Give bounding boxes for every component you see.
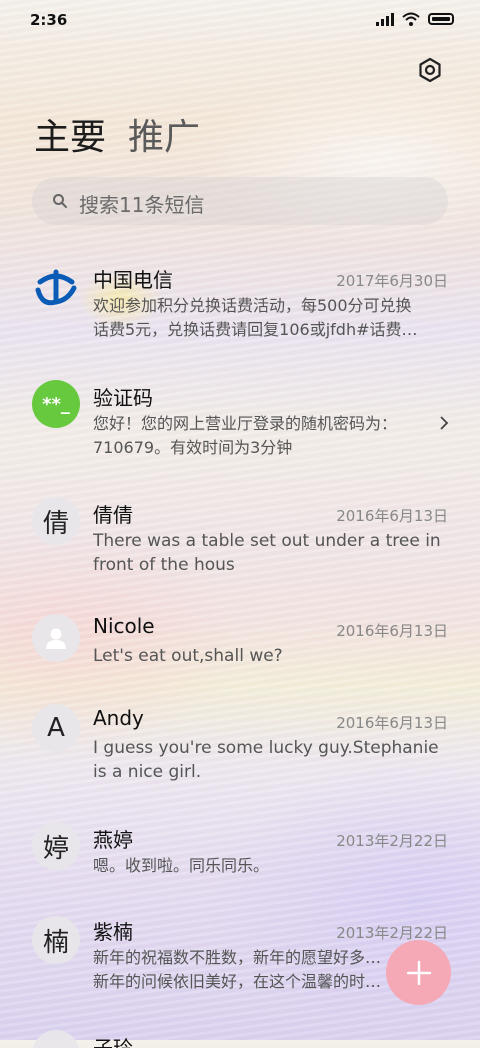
tab-main[interactable]: 主要 bbox=[34, 108, 106, 160]
avatar: 婷 bbox=[32, 822, 80, 870]
plus-icon bbox=[406, 960, 431, 985]
conversation-row[interactable]: 婷 燕婷 2013年2月22日 嗯。收到啦。同乐同乐。 bbox=[0, 812, 480, 898]
wifi-icon bbox=[402, 12, 420, 26]
new-message-button[interactable] bbox=[386, 940, 451, 1005]
settings-gear-icon[interactable] bbox=[416, 56, 444, 84]
message-preview-line2: 话费5元，兑换话费请回复106或jfdh#话费… bbox=[93, 320, 418, 339]
message-preview-line1: 欢迎参加积分兑换话费活动，每500分可兑换 bbox=[93, 296, 412, 315]
signal-icon bbox=[376, 12, 394, 26]
message-date: 2017年6月30日 bbox=[336, 272, 448, 290]
message-preview-line2: is a nice girl. bbox=[93, 762, 202, 782]
conversation-row[interactable]: 倩 倩倩 2016年6月13日 There was a table set ou… bbox=[0, 485, 480, 595]
contact-name: 倩倩 bbox=[93, 503, 133, 527]
message-date: 2013年2月22日 bbox=[336, 924, 448, 942]
status-bar: 2:36 bbox=[0, 0, 480, 40]
search-icon bbox=[53, 194, 67, 208]
person-icon bbox=[46, 628, 66, 649]
chevron-right-icon[interactable] bbox=[438, 415, 450, 431]
conversation-row[interactable]: **_ 验证码 您好！您的网上营业厅登录的随机密码为： 710679。有效时间为… bbox=[0, 368, 480, 478]
search-bar[interactable]: 搜索11条短信 bbox=[32, 177, 448, 225]
contact-name: 中国电信 bbox=[93, 268, 173, 292]
conversation-row[interactable]: Nicole 2016年6月13日 Let's eat out,shall we… bbox=[0, 602, 480, 688]
contact-name: Andy bbox=[93, 706, 144, 730]
battery-icon bbox=[428, 13, 454, 25]
telecom-logo-icon bbox=[35, 269, 77, 306]
message-preview-line1: Let's eat out,shall we? bbox=[93, 646, 283, 666]
contact-name: 子玲 bbox=[93, 1036, 133, 1048]
message-date: 2016年6月13日 bbox=[336, 714, 448, 732]
tab-promotions[interactable]: 推广 bbox=[128, 108, 200, 160]
message-preview-line1: I guess you're some lucky guy.Stephanie bbox=[93, 738, 439, 758]
contact-name: Nicole bbox=[93, 614, 155, 638]
message-date: 2016年6月13日 bbox=[336, 507, 448, 525]
contact-name: 验证码 bbox=[93, 386, 153, 410]
avatar: A bbox=[32, 704, 80, 752]
message-preview-line2: 710679。有效时间为3分钟 bbox=[93, 438, 293, 457]
message-preview-line1: 嗯。收到啦。同乐同乐。 bbox=[93, 856, 270, 875]
avatar bbox=[32, 1030, 80, 1048]
message-preview-line1: There was a table set out under a tree i… bbox=[93, 531, 441, 551]
search-input[interactable]: 搜索11条短信 bbox=[79, 189, 204, 218]
message-preview-line1: 新年的祝福数不胜数，新年的愿望好多好多， bbox=[93, 948, 393, 967]
tab-bar: 主要 推广 bbox=[34, 108, 200, 160]
conversation-row[interactable]: A Andy 2016年6月13日 I guess you're some lu… bbox=[0, 696, 480, 806]
avatar: 倩 bbox=[32, 497, 80, 545]
message-preview-line2: 新年的问候依旧美好，在这个温馨的时刻… bbox=[93, 972, 393, 991]
message-preview-line2: front of the hous bbox=[93, 555, 235, 575]
contact-name: 紫楠 bbox=[93, 920, 133, 944]
avatar: **_ bbox=[32, 380, 80, 428]
conversation-row[interactable]: 中国电信 2017年6月30日 欢迎参加积分兑换话费活动，每500分可兑换 话费… bbox=[0, 250, 480, 360]
message-preview-line1: 您好！您的网上营业厅登录的随机密码为： bbox=[93, 414, 398, 433]
contact-name: 燕婷 bbox=[93, 828, 133, 852]
avatar bbox=[32, 614, 80, 662]
conversation-row[interactable]: 子玲 bbox=[0, 1018, 480, 1048]
status-time: 2:36 bbox=[30, 11, 68, 29]
avatar: 楠 bbox=[32, 916, 80, 964]
message-date: 2016年6月13日 bbox=[336, 622, 448, 640]
message-date: 2013年2月22日 bbox=[336, 832, 448, 850]
